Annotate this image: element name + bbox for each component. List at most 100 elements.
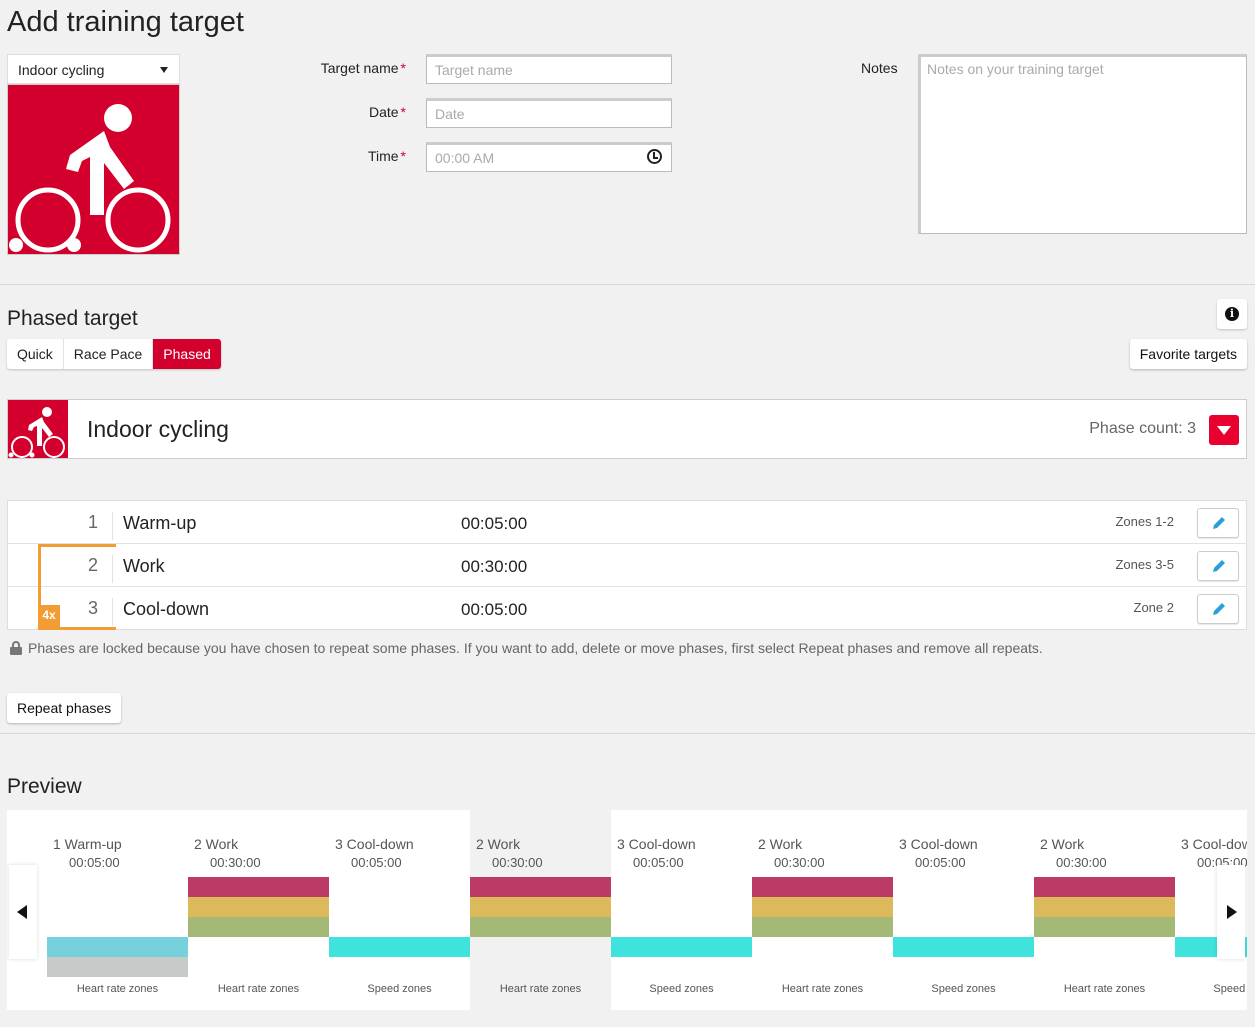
preview-phase-column[interactable]: 3 Cool-down 00:05:00 Speed zones [893, 810, 1034, 1010]
preview-zone-type: Speed zones [1213, 983, 1247, 995]
preview-zone-type: Heart rate zones [781, 983, 864, 995]
phase-name: Warm-up [123, 513, 197, 533]
arrow-left-icon [17, 905, 27, 919]
phase-zones: Zone 2 [1133, 600, 1174, 615]
edit-phase-button[interactable] [1197, 594, 1239, 624]
preview-phase-column[interactable]: 3 Cool-down 00:05:00 Speed zones [329, 810, 470, 1010]
preview-phase-column[interactable]: 3 Cool-down 00:05:00 Speed zones [611, 810, 752, 1010]
zone-bar [752, 917, 893, 937]
preview-phase-label: 2 Work [476, 836, 521, 852]
preview-phase-label: 2 Work [758, 836, 803, 852]
notes-textarea[interactable] [918, 54, 1247, 234]
preview-phase-label: 1 Warm-up [53, 836, 122, 852]
zone-bar [47, 957, 188, 977]
phased-target-title: Phased target [7, 307, 138, 330]
sport-header-name: Indoor cycling [87, 416, 229, 442]
preview-phase-duration: 00:05:00 [69, 855, 120, 870]
time-field[interactable] [426, 142, 672, 172]
pencil-icon [1213, 560, 1225, 572]
phase-count: Phase count: 3 [1089, 420, 1196, 437]
preview-phase-label: 3 Cool-down [335, 836, 414, 852]
phase-zones: Zones 3-5 [1115, 557, 1174, 572]
preview-phase-duration: 00:30:00 [492, 855, 543, 870]
preview-phase-column[interactable]: 2 Work 00:30:00 Heart rate zones [1034, 810, 1175, 1010]
phase-duration: 00:05:00 [461, 600, 528, 619]
target-name-input[interactable] [426, 54, 672, 84]
tab-race-pace[interactable]: Race Pace [64, 339, 154, 369]
zone-bar [188, 917, 329, 937]
preview-next-button[interactable] [1217, 865, 1245, 959]
preview-zone-type: Speed zones [367, 983, 432, 995]
notes-label: Notes [861, 60, 898, 76]
preview-phase-duration: 00:05:00 [633, 855, 684, 870]
edit-phase-button[interactable] [1197, 508, 1239, 538]
preview-phase-label: 2 Work [194, 836, 239, 852]
sport-select-value: Indoor cycling [18, 62, 105, 78]
zone-bar [1034, 897, 1175, 917]
arrow-right-icon [1227, 905, 1237, 919]
date-input[interactable] [426, 98, 672, 128]
preview-timeline: 1 Warm-up 00:05:00 Heart rate zones 2 Work 0… [7, 810, 1247, 1010]
preview-title: Preview [7, 775, 82, 798]
preview-zone-type: Heart rate zones [76, 983, 159, 995]
zone-bar [611, 937, 752, 957]
favorite-targets-button[interactable]: Favorite targets [1129, 339, 1247, 369]
preview-zone-type: Heart rate zones [499, 983, 582, 995]
zone-bar [470, 897, 611, 917]
preview-phase-duration: 00:05:00 [915, 855, 966, 870]
preview-phase-column[interactable]: 2 Work 00:30:00 Heart rate zones [470, 810, 611, 1010]
phase-dropdown-button[interactable] [1209, 415, 1239, 445]
phase-zones: Zones 1-2 [1115, 514, 1174, 529]
phase-row: 2 Work 00:30:00 Zones 3-5 [8, 544, 1246, 587]
preview-phase-column[interactable]: 2 Work 00:30:00 Heart rate zones [188, 810, 329, 1010]
preview-phase-label: 3 Cool-down [899, 836, 978, 852]
zone-bar [1034, 877, 1175, 897]
time-label: Time * [367, 148, 406, 164]
zone-bar [188, 897, 329, 917]
phase-number: 1 [8, 512, 113, 540]
sport-select[interactable]: Indoor cycling [7, 54, 180, 84]
preview-phase-label: 3 Cool-down [617, 836, 696, 852]
preview-phase-duration: 00:30:00 [210, 855, 261, 870]
preview-phase-label: 3 Cool-down [1181, 836, 1247, 852]
tab-quick[interactable]: Quick [7, 339, 64, 369]
pencil-icon [1213, 517, 1225, 529]
zone-bar [188, 877, 329, 897]
time-input[interactable] [426, 142, 672, 172]
sport-image [7, 84, 180, 255]
preview-zone-type: Speed zones [931, 983, 996, 995]
zone-bar [893, 937, 1034, 957]
target-name-label: Target name * [320, 60, 406, 76]
phase-duration: 00:30:00 [461, 557, 528, 576]
tab-phased[interactable]: Phased [153, 339, 221, 369]
preview-phase-column[interactable]: 1 Warm-up 00:05:00 Heart rate zones [47, 810, 188, 1010]
phase-name: Cool-down [123, 599, 210, 619]
preview-phase-label: 2 Work [1040, 836, 1085, 852]
caret-down-icon [160, 67, 168, 73]
info-icon: i [1225, 307, 1239, 321]
preview-zone-type: Heart rate zones [1063, 983, 1146, 995]
date-label: Date * [368, 104, 406, 120]
repeat-count-badge: 4x [38, 605, 60, 627]
divider [0, 733, 1255, 734]
zone-bar [470, 877, 611, 897]
lock-icon [10, 641, 22, 655]
clock-icon[interactable] [647, 149, 662, 164]
preview-zone-type: Heart rate zones [217, 983, 300, 995]
preview-phase-duration: 00:30:00 [774, 855, 825, 870]
sport-header: Indoor cycling Phase count: 3 [7, 399, 1247, 459]
zone-bar [470, 917, 611, 937]
preview-zone-type: Speed zones [649, 983, 714, 995]
phase-duration: 00:05:00 [461, 514, 528, 533]
page-title: Add training target [7, 6, 244, 38]
repeat-phases-button[interactable]: Repeat phases [7, 693, 122, 723]
zone-bar [752, 877, 893, 897]
info-button[interactable]: i [1217, 299, 1247, 329]
pencil-icon [1213, 603, 1225, 615]
edit-phase-button[interactable] [1197, 551, 1239, 581]
preview-phase-column[interactable]: 2 Work 00:30:00 Heart rate zones [752, 810, 893, 1010]
cyclist-icon [9, 104, 171, 253]
zone-bar [47, 937, 188, 957]
preview-prev-button[interactable] [9, 865, 37, 959]
divider [0, 284, 1255, 285]
